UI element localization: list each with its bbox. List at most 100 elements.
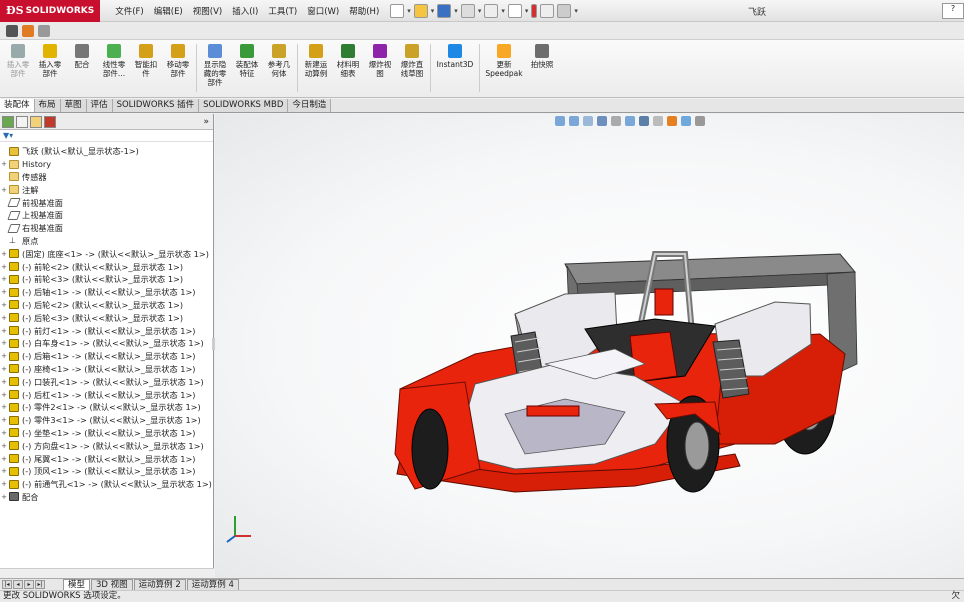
open-dropdown-icon[interactable]: ▾: [431, 7, 435, 15]
graphics-area[interactable]: [215, 114, 964, 578]
expand-toggle-icon[interactable]: +: [0, 403, 8, 411]
print-icon[interactable]: [460, 3, 475, 18]
expand-toggle-icon[interactable]: +: [0, 391, 8, 399]
tree-node[interactable]: 飞跃 (默认<默认_显示状态-1>): [0, 145, 213, 158]
screen-capture-icon[interactable]: [6, 24, 18, 37]
command-tab-6[interactable]: 今日制造: [288, 99, 332, 112]
ribbon-button-10[interactable]: 材料明细表: [334, 44, 362, 78]
save-dropdown-icon[interactable]: ▾: [454, 7, 458, 15]
open-icon[interactable]: [413, 3, 428, 18]
expand-toggle-icon[interactable]: +: [0, 493, 8, 501]
next-tab-icon[interactable]: ▸: [24, 580, 34, 589]
tree-node[interactable]: 右视基准面: [0, 222, 213, 235]
bottom-tab-1[interactable]: 3D 视图: [91, 578, 133, 591]
expand-toggle-icon[interactable]: +: [0, 327, 8, 335]
tree-filter[interactable]: ▼▾: [0, 130, 213, 142]
tree-node[interactable]: + (-) 方向盘<1> -> (默认<<默认>_显示状态 1>): [0, 439, 213, 452]
options-icon[interactable]: [557, 3, 572, 18]
expand-toggle-icon[interactable]: +: [0, 365, 8, 373]
menu-item-5[interactable]: 窗口(W): [302, 5, 344, 17]
filter-icon[interactable]: ▼▾: [3, 131, 13, 140]
ribbon-button-12[interactable]: 爆炸直线草图: [398, 44, 426, 78]
tree-node[interactable]: + (-) 白车身<1> -> (默认<<默认>_显示状态 1>): [0, 337, 213, 350]
expand-toggle-icon[interactable]: +: [0, 467, 8, 475]
tree-node[interactable]: + (-) 零件2<1> -> (默认<<默认>_显示状态 1>): [0, 401, 213, 414]
file-properties-icon[interactable]: [540, 3, 555, 18]
tree-node[interactable]: + (-) 前灯<1> -> (默认<<默认>_显示状态 1>): [0, 324, 213, 337]
feature-manager-tab-icon[interactable]: [2, 115, 14, 128]
edit-appearance-icon[interactable]: [667, 116, 677, 126]
command-tab-4[interactable]: SOLIDWORKS 插件: [112, 99, 200, 112]
panel-scrollbar[interactable]: [0, 568, 214, 578]
menu-item-6[interactable]: 帮助(H): [344, 5, 384, 17]
ribbon-button-2[interactable]: 配合: [68, 44, 96, 69]
tree-node[interactable]: + (-) 零件3<1> -> (默认<<默认>_显示状态 1>): [0, 414, 213, 427]
bottom-tab-0[interactable]: 模型: [63, 578, 91, 591]
ribbon-button-1[interactable]: 插入零部件: [36, 44, 64, 78]
select-icon[interactable]: [507, 3, 522, 18]
race-car-model[interactable]: [215, 114, 964, 578]
save-icon[interactable]: [437, 3, 452, 18]
help-search-box[interactable]: ?: [942, 3, 964, 19]
tree-node[interactable]: + 注解: [0, 183, 213, 196]
tree-node[interactable]: + (-) 后箱<1> -> (默认<<默认>_显示状态 1>): [0, 350, 213, 363]
ribbon-button-6[interactable]: 显示隐藏的零部件: [201, 44, 229, 87]
bottom-tab-3[interactable]: 运动算例 4: [186, 578, 239, 591]
configuration-manager-tab-icon[interactable]: [30, 115, 42, 128]
layer-icon[interactable]: [22, 24, 34, 37]
tree-node[interactable]: 传感器: [0, 171, 213, 184]
ribbon-button-11[interactable]: 爆炸视图: [366, 44, 394, 78]
expand-toggle-icon[interactable]: +: [0, 429, 8, 437]
expand-toggle-icon[interactable]: +: [0, 455, 8, 463]
expand-toggle-icon[interactable]: +: [0, 416, 8, 424]
ribbon-button-3[interactable]: 线性零部件...: [100, 44, 128, 78]
section-view-icon[interactable]: [597, 116, 607, 126]
expand-toggle-icon[interactable]: +: [0, 480, 8, 488]
command-tab-0[interactable]: 装配体: [0, 99, 35, 112]
expand-toggle-icon[interactable]: +: [0, 339, 8, 347]
zoom-to-fit-icon[interactable]: [555, 116, 565, 126]
tree-node[interactable]: + (-) 顶风<1> -> (默认<<默认>_显示状态 1>): [0, 465, 213, 478]
tree-node[interactable]: + (-) 前轮<2> (默认<<默认>_显示状态 1>): [0, 260, 213, 273]
ribbon-button-7[interactable]: 装配体特征: [233, 44, 261, 78]
apply-scene-icon[interactable]: [681, 116, 691, 126]
property-manager-tab-icon[interactable]: [16, 115, 28, 128]
expand-toggle-icon[interactable]: +: [0, 288, 8, 296]
menu-item-0[interactable]: 文件(F): [110, 5, 149, 17]
tree-node[interactable]: + (固定) 底座<1> -> (默认<<默认>_显示状态 1>): [0, 247, 213, 260]
tree-node[interactable]: + (-) 后轮<2> (默认<<默认>_显示状态 1>): [0, 299, 213, 312]
tree-node[interactable]: + (-) 后轴<1> -> (默认<<默认>_显示状态 1>): [0, 286, 213, 299]
menu-item-4[interactable]: 工具(T): [263, 5, 302, 17]
new-document-icon[interactable]: [390, 3, 405, 18]
zoom-area-icon[interactable]: [569, 116, 579, 126]
tree-node[interactable]: + History: [0, 158, 213, 171]
tree-node[interactable]: + 配合: [0, 491, 213, 504]
dynamic-annotation-icon[interactable]: [611, 116, 621, 126]
tree-node[interactable]: + (-) 后轮<3> (默认<<默认>_显示状态 1>): [0, 311, 213, 324]
command-tab-5[interactable]: SOLIDWORKS MBD: [199, 99, 289, 112]
menu-item-1[interactable]: 编辑(E): [149, 5, 188, 17]
expand-toggle-icon[interactable]: +: [0, 263, 8, 271]
tree-node[interactable]: + (-) 前轮<3> (默认<<默认>_显示状态 1>): [0, 273, 213, 286]
tree-node[interactable]: + (-) 后杠<1> -> (默认<<默认>_显示状态 1>): [0, 388, 213, 401]
options-dropdown-icon[interactable]: ▾: [574, 7, 578, 15]
print-dropdown-icon[interactable]: ▾: [478, 7, 482, 15]
prev-tab-icon[interactable]: ◂: [13, 580, 23, 589]
view-settings-icon[interactable]: [695, 116, 705, 126]
undo-icon[interactable]: [484, 3, 499, 18]
expand-toggle-icon[interactable]: +: [0, 250, 8, 258]
tree-node[interactable]: ⊥ 原点: [0, 235, 213, 248]
expand-toggle-icon[interactable]: +: [0, 301, 8, 309]
ribbon-button-15[interactable]: 拍快照: [528, 44, 556, 69]
view-orientation-icon[interactable]: [625, 116, 635, 126]
display-style-icon[interactable]: [639, 116, 649, 126]
expand-toggle-icon[interactable]: +: [0, 160, 8, 168]
ribbon-button-4[interactable]: 智能扣件: [132, 44, 160, 78]
hide-show-items-icon[interactable]: [653, 116, 663, 126]
command-tab-1[interactable]: 布局: [34, 99, 61, 112]
menu-item-3[interactable]: 插入(I): [227, 5, 263, 17]
expand-toggle-icon[interactable]: +: [0, 275, 8, 283]
tree-node[interactable]: + (-) 口装孔<1> -> (默认<<默认>_显示状态 1>): [0, 375, 213, 388]
tree-node[interactable]: + (-) 尾翼<1> -> (默认<<默认>_显示状态 1>): [0, 452, 213, 465]
expand-panel-icon[interactable]: »: [203, 117, 209, 127]
